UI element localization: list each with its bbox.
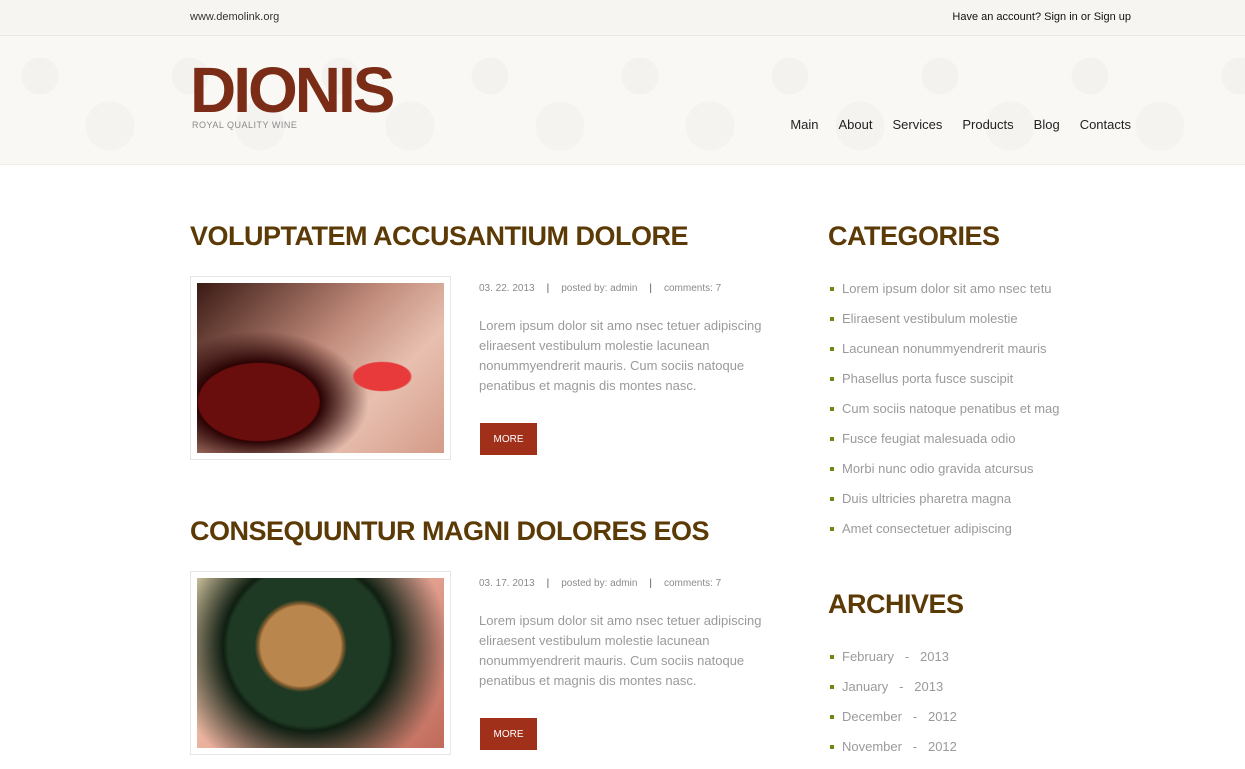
category-item[interactable]: Phasellus porta fusce suscipit bbox=[828, 371, 1060, 401]
blog-post: VOLUPTATEM ACCUSANTIUM DOLORE 03. 22. 20… bbox=[190, 221, 790, 466]
nav-products[interactable]: Products bbox=[962, 117, 1013, 132]
categories-list: Lorem ipsum dolor sit amo nsec tetu Elir… bbox=[828, 281, 1060, 551]
nav-main[interactable]: Main bbox=[790, 117, 818, 132]
category-item[interactable]: Amet consectetuer adipiscing bbox=[828, 521, 1060, 551]
post-thumbnail[interactable] bbox=[190, 276, 451, 460]
category-item[interactable]: Cum sociis natoque penatibus et mag bbox=[828, 401, 1060, 431]
logo[interactable]: DIONIS ROYAL QUALITY WINE bbox=[190, 54, 395, 130]
more-button[interactable]: MORE bbox=[480, 718, 537, 750]
nav-blog[interactable]: Blog bbox=[1034, 117, 1060, 132]
post-excerpt: Lorem ipsum dolor sit amo nsec tetuer ad… bbox=[479, 613, 762, 688]
meta-separator: | bbox=[546, 578, 550, 589]
category-link[interactable]: Cum sociis natoque penatibus et mag bbox=[842, 401, 1060, 416]
archive-link[interactable]: November - 2012 bbox=[842, 739, 957, 754]
logo-name: DIONIS bbox=[190, 54, 395, 126]
more-button[interactable]: MORE bbox=[480, 423, 537, 455]
archive-item[interactable]: November - 2012 bbox=[828, 739, 964, 769]
categories-title: CATEGORIES bbox=[828, 221, 1000, 251]
site-header: DIONIS ROYAL QUALITY WINE Main About Ser… bbox=[0, 36, 1245, 165]
archive-item[interactable]: February - 2013 bbox=[828, 649, 964, 679]
blog-post: CONSEQUUNTUR MAGNI DOLORES EOS 03. 17. 2… bbox=[190, 516, 790, 755]
sign-up-link[interactable]: Sign up bbox=[1094, 11, 1131, 23]
category-link[interactable]: Morbi nunc odio gravida atcursus bbox=[842, 461, 1034, 476]
category-link[interactable]: Lorem ipsum dolor sit amo nsec tetu bbox=[842, 281, 1052, 296]
or-text: or bbox=[1077, 11, 1094, 23]
wine-glass-image bbox=[197, 283, 444, 453]
account-links: Have an account? Sign in or Sign up bbox=[952, 11, 1131, 23]
post-title[interactable]: CONSEQUUNTUR MAGNI DOLORES EOS bbox=[190, 516, 790, 546]
category-item[interactable]: Morbi nunc odio gravida atcursus bbox=[828, 461, 1060, 491]
categories-widget: CATEGORIES Lorem ipsum dolor sit amo nse… bbox=[828, 221, 1060, 551]
category-item[interactable]: Fusce feugiat malesuada odio bbox=[828, 431, 1060, 461]
category-link[interactable]: Lacunean nonummyendrerit mauris bbox=[842, 341, 1047, 356]
meta-separator: | bbox=[649, 283, 652, 294]
nav-services[interactable]: Services bbox=[892, 117, 942, 132]
archive-item[interactable]: January - 2013 bbox=[828, 679, 964, 709]
category-link[interactable]: Fusce feugiat malesuada odio bbox=[842, 431, 1015, 446]
post-comments[interactable]: comments: 7 bbox=[664, 578, 721, 589]
corkscrew-bottle-image bbox=[197, 578, 444, 748]
post-meta: 03. 17. 2013 | posted by: admin | comments: … bbox=[479, 578, 721, 589]
post-title[interactable]: VOLUPTATEM ACCUSANTIUM DOLORE bbox=[190, 221, 790, 251]
post-excerpt: Lorem ipsum dolor sit amo nsec tetuer ad… bbox=[479, 318, 762, 393]
category-item[interactable]: Eliraesent vestibulum molestie bbox=[828, 311, 1060, 341]
archive-link[interactable]: January - 2013 bbox=[842, 679, 943, 694]
post-author: posted by: admin bbox=[561, 578, 638, 589]
account-prompt: Have an account? bbox=[952, 11, 1045, 23]
main-nav: Main About Services Products Blog Contac… bbox=[770, 117, 1131, 132]
sign-in-link[interactable]: Sign in bbox=[1044, 11, 1078, 23]
post-date: 03. 17. 2013 bbox=[479, 578, 535, 589]
category-link[interactable]: Amet consectetuer adipiscing bbox=[842, 521, 1012, 536]
archives-widget: ARCHIVES February - 2013 January - 2013 … bbox=[828, 589, 964, 769]
post-author: posted by: admin bbox=[561, 283, 638, 294]
archive-item[interactable]: December - 2012 bbox=[828, 709, 964, 739]
post-comments[interactable]: comments: 7 bbox=[664, 283, 721, 294]
archives-list: February - 2013 January - 2013 December … bbox=[828, 649, 964, 769]
category-item[interactable]: Duis ultricies pharetra magna bbox=[828, 491, 1060, 521]
post-date: 03. 22. 2013 bbox=[479, 283, 535, 294]
archives-title: ARCHIVES bbox=[828, 589, 964, 619]
post-meta: 03. 22. 2013 | posted by: admin | comments: … bbox=[479, 283, 721, 294]
archive-link[interactable]: December - 2012 bbox=[842, 709, 957, 724]
meta-separator: | bbox=[649, 578, 652, 589]
category-link[interactable]: Eliraesent vestibulum molestie bbox=[842, 311, 1018, 326]
post-thumbnail[interactable] bbox=[190, 571, 451, 755]
category-item[interactable]: Lacunean nonummyendrerit mauris bbox=[828, 341, 1060, 371]
nav-about[interactable]: About bbox=[839, 117, 873, 132]
nav-contacts[interactable]: Contacts bbox=[1080, 117, 1131, 132]
category-link[interactable]: Duis ultricies pharetra magna bbox=[842, 491, 1011, 506]
category-item[interactable]: Lorem ipsum dolor sit amo nsec tetu bbox=[828, 281, 1060, 311]
category-link[interactable]: Phasellus porta fusce suscipit bbox=[842, 371, 1013, 386]
archive-link[interactable]: February - 2013 bbox=[842, 649, 949, 664]
meta-separator: | bbox=[546, 283, 550, 294]
site-url[interactable]: www.demolink.org bbox=[190, 11, 279, 23]
top-bar: www.demolink.org Have an account? Sign i… bbox=[0, 0, 1245, 36]
